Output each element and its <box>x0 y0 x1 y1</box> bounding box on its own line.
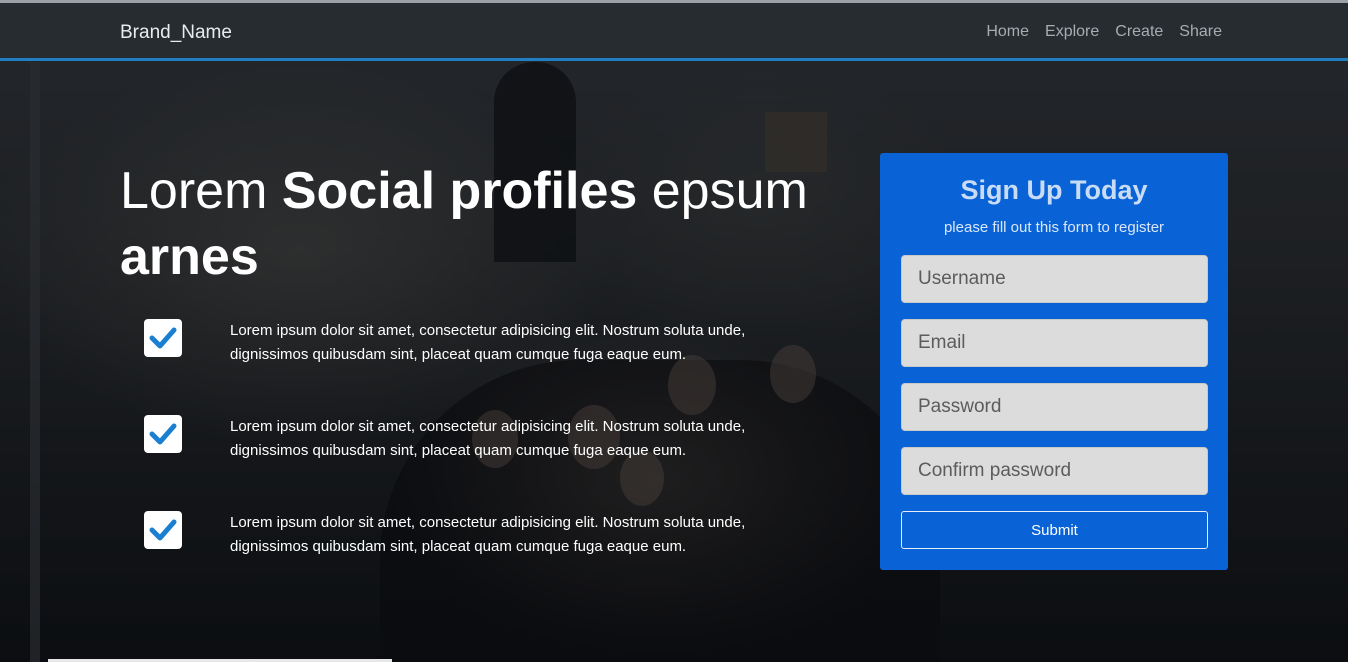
confirm-password-input[interactable] <box>901 447 1208 495</box>
check-icon <box>144 319 182 357</box>
headline-text-2: epsum <box>637 162 808 220</box>
top-navbar: Brand_Name Home Explore Create Share <box>0 0 1348 61</box>
submit-button[interactable]: Submit <box>901 511 1208 549</box>
hero-headline: Lorem Social profiles epsum arnes <box>120 158 840 290</box>
feature-text: Lorem ipsum dolor sit amet, consectetur … <box>230 322 746 363</box>
check-icon <box>144 511 182 549</box>
feature-text: Lorem ipsum dolor sit amet, consectetur … <box>230 418 746 459</box>
signup-subtitle: please fill out this form to register <box>943 219 1165 236</box>
signup-title: Sign Up Today <box>960 175 1148 205</box>
nav-link-explore[interactable]: Explore <box>1045 23 1099 41</box>
feature-item-2: Lorem ipsum dolor sit amet, consectetur … <box>144 415 804 475</box>
headline-text-1: Lorem <box>120 162 282 220</box>
feature-item-3: Lorem ipsum dolor sit amet, consectetur … <box>144 511 804 571</box>
nav-links: Home Explore Create Share <box>986 23 1222 41</box>
brand-logo[interactable]: Brand_Name <box>120 22 232 44</box>
headline-bold-2: arnes <box>120 228 259 286</box>
nav-link-home[interactable]: Home <box>986 23 1029 41</box>
headline-bold-1: Social profiles <box>281 162 638 220</box>
email-input[interactable] <box>901 319 1208 367</box>
signup-form: Sign Up Today please fill out this form … <box>880 153 1228 570</box>
feature-item-1: Lorem ipsum dolor sit amet, consectetur … <box>144 319 804 379</box>
feature-text: Lorem ipsum dolor sit amet, consectetur … <box>230 514 746 555</box>
nav-link-share[interactable]: Share <box>1179 23 1222 41</box>
nav-link-create[interactable]: Create <box>1115 23 1163 41</box>
check-icon <box>144 415 182 453</box>
password-input[interactable] <box>901 383 1208 431</box>
username-input[interactable] <box>901 255 1208 303</box>
